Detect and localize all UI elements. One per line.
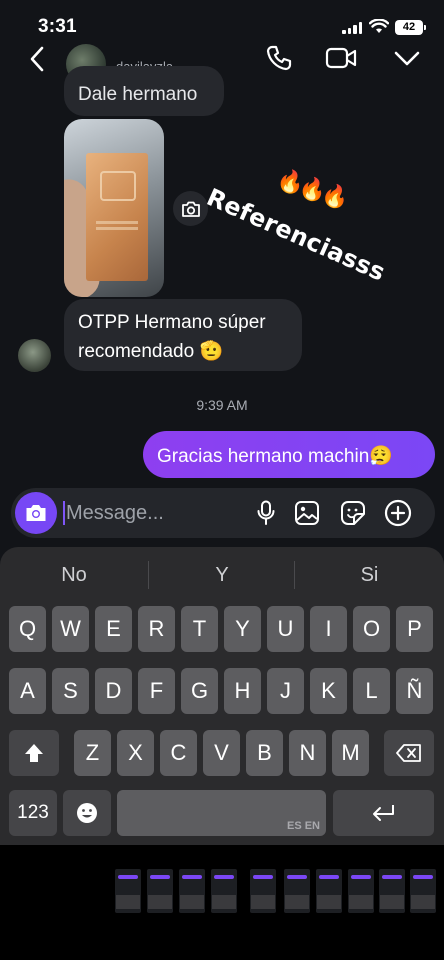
key-g[interactable]: G	[181, 668, 218, 714]
key-d[interactable]: D	[95, 668, 132, 714]
key-r[interactable]: R	[138, 606, 175, 652]
camera-button[interactable]	[15, 492, 57, 534]
camera-icon	[181, 201, 200, 217]
key-u[interactable]: U	[267, 606, 304, 652]
key-f[interactable]: F	[138, 668, 175, 714]
message-text-line: recomendado 🫡	[78, 341, 224, 362]
thumbnail[interactable]	[410, 869, 436, 913]
key-s[interactable]: S	[52, 668, 89, 714]
suggestion-no[interactable]: No	[0, 547, 148, 603]
key-i[interactable]: I	[310, 606, 347, 652]
key-z[interactable]: Z	[74, 730, 111, 776]
key-x[interactable]: X	[117, 730, 154, 776]
battery-icon: 42	[395, 20, 426, 35]
story-sticker-text: Referenciasss	[202, 183, 390, 287]
message-bubble-incoming[interactable]: Dale hermano	[64, 66, 224, 116]
photo-perfume-box	[86, 153, 148, 281]
message-input[interactable]	[66, 498, 246, 528]
text-caret	[63, 501, 65, 525]
status-time: 3:31	[38, 16, 77, 37]
shift-icon	[25, 744, 43, 762]
return-key[interactable]	[333, 790, 434, 836]
key-t[interactable]: T	[181, 606, 218, 652]
message-timestamp: 9:39 AM	[196, 397, 248, 413]
key-w[interactable]: W	[52, 606, 89, 652]
gallery-button[interactable]	[292, 498, 322, 528]
backspace-icon	[396, 744, 421, 762]
suggestion-si[interactable]: Si	[295, 547, 444, 603]
message-text: Gracias hermano machin😮‍💨	[157, 446, 393, 467]
screenshot-thumbnail-strip	[0, 845, 444, 960]
message-photo[interactable]	[64, 119, 164, 297]
message-text-line: OTPP Hermano súper	[78, 312, 266, 333]
space-key[interactable]: ES EN	[117, 790, 326, 836]
thumbnail[interactable]	[379, 869, 405, 913]
camera-icon	[26, 505, 46, 521]
backspace-key[interactable]	[384, 730, 434, 776]
sender-avatar[interactable]	[18, 339, 51, 372]
sticker-icon	[341, 501, 365, 525]
fire-emoji: 🔥🔥🔥	[274, 165, 349, 212]
back-icon[interactable]	[28, 46, 46, 72]
key-enye[interactable]: Ñ	[396, 668, 433, 714]
suggestion-y[interactable]: Y	[149, 547, 295, 603]
key-m[interactable]: M	[332, 730, 369, 776]
video-icon[interactable]	[325, 46, 357, 70]
message-bubble-incoming[interactable]: OTPP Hermano súper recomendado 🫡	[64, 299, 302, 371]
emoji-icon	[77, 803, 97, 823]
thumbnail[interactable]	[316, 869, 342, 913]
thumbnail[interactable]	[250, 869, 276, 913]
signal-icon	[342, 22, 362, 34]
key-a[interactable]: A	[9, 668, 46, 714]
sticker-button[interactable]	[338, 498, 368, 528]
message-text: Dale hermano	[78, 84, 198, 105]
key-c[interactable]: C	[160, 730, 197, 776]
key-o[interactable]: O	[353, 606, 390, 652]
phone-icon[interactable]	[265, 44, 293, 72]
key-q[interactable]: Q	[9, 606, 46, 652]
message-bubble-outgoing[interactable]: Gracias hermano machin😮‍💨	[143, 431, 435, 478]
wifi-icon	[369, 19, 389, 33]
chevron-down-icon[interactable]	[393, 48, 421, 68]
key-k[interactable]: K	[310, 668, 347, 714]
thumbnail[interactable]	[115, 869, 141, 913]
numbers-key[interactable]: 123	[9, 790, 57, 836]
key-p[interactable]: P	[396, 606, 433, 652]
key-y[interactable]: Y	[224, 606, 261, 652]
microphone-button[interactable]	[251, 498, 281, 528]
thumbnail[interactable]	[284, 869, 310, 913]
message-composer	[11, 488, 435, 538]
thumbnail[interactable]	[147, 869, 173, 913]
return-icon	[372, 805, 394, 821]
shift-key[interactable]	[9, 730, 59, 776]
space-language-label: ES EN	[286, 820, 320, 832]
thumbnail[interactable]	[211, 869, 237, 913]
key-j[interactable]: J	[267, 668, 304, 714]
key-n[interactable]: N	[289, 730, 326, 776]
key-l[interactable]: L	[353, 668, 390, 714]
key-v[interactable]: V	[203, 730, 240, 776]
emoji-key[interactable]	[63, 790, 111, 836]
key-h[interactable]: H	[224, 668, 261, 714]
key-e[interactable]: E	[95, 606, 132, 652]
thumbnail[interactable]	[179, 869, 205, 913]
microphone-icon	[257, 500, 275, 525]
gallery-icon	[295, 501, 319, 525]
plus-circle-icon	[384, 499, 412, 527]
thumbnail[interactable]	[348, 869, 374, 913]
keyboard: No Y Si Q W E R T Y U I O P A S D F G H …	[0, 547, 444, 845]
key-b[interactable]: B	[246, 730, 283, 776]
plus-button[interactable]	[383, 498, 413, 528]
